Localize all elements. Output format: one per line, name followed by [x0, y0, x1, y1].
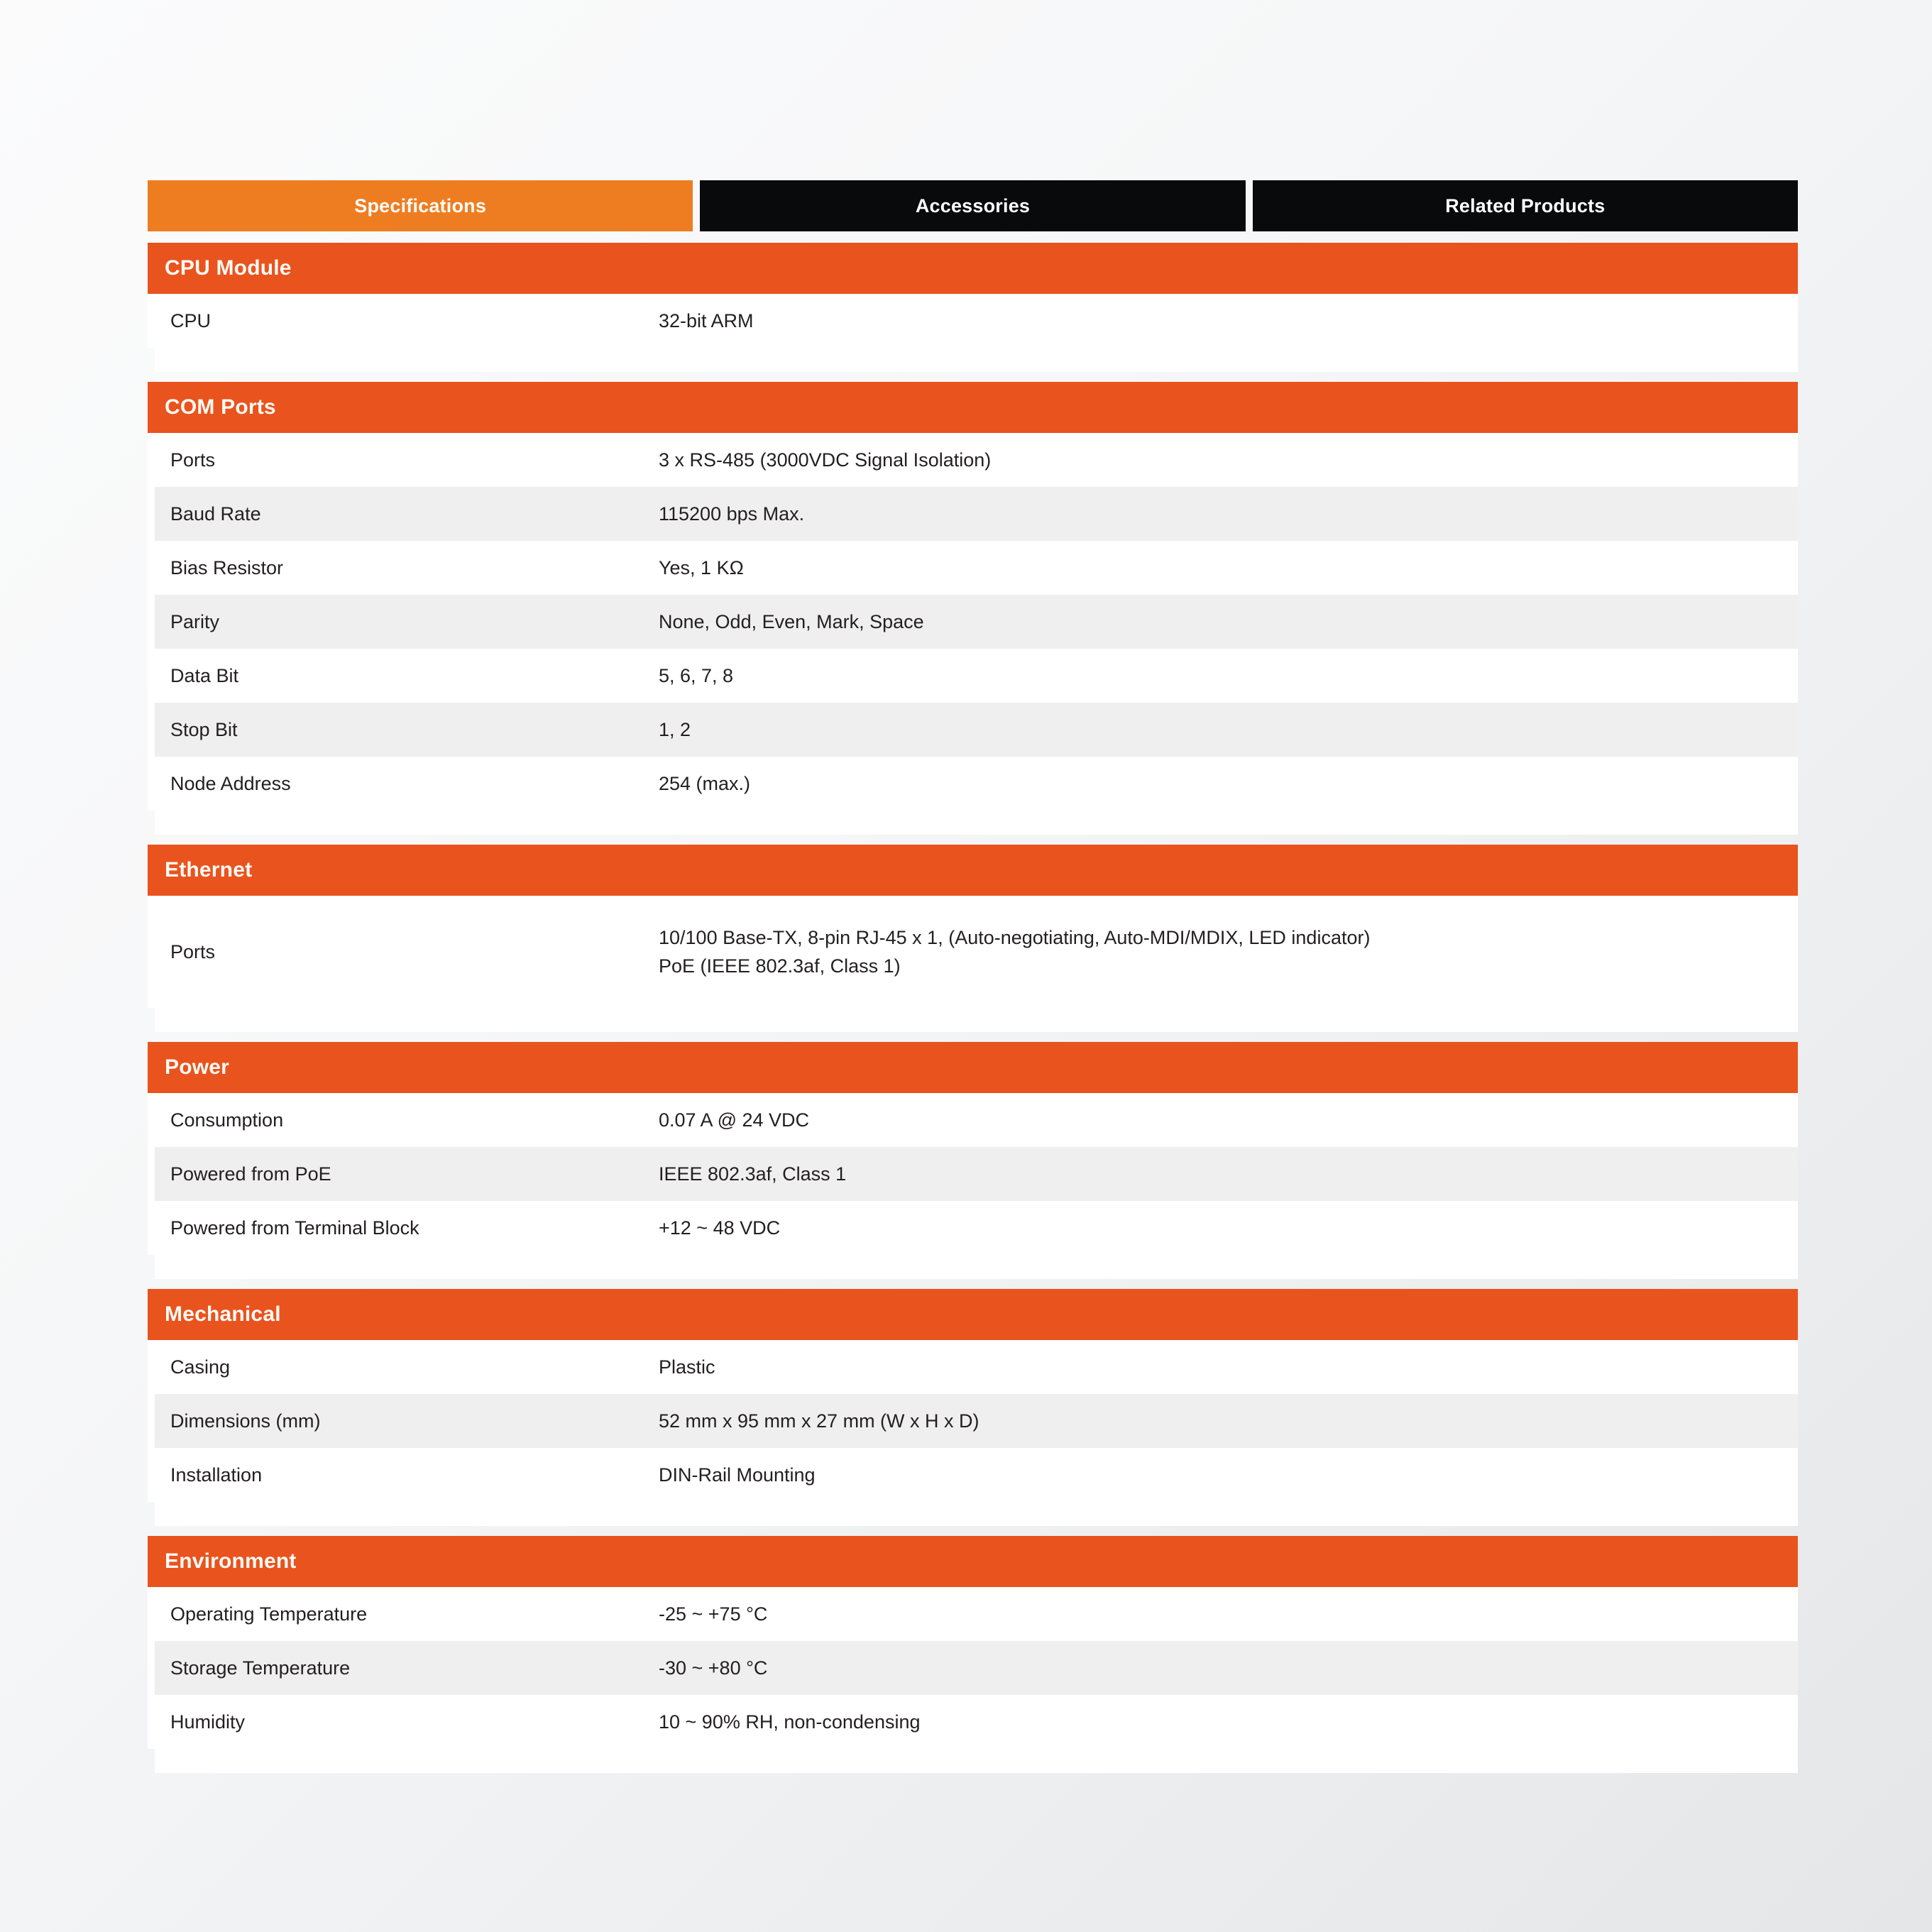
- spec-row: Parity None, Odd, Even, Mark, Space: [155, 595, 1798, 649]
- section-header-power: Power: [148, 1042, 1798, 1093]
- spec-section-power: Power Consumption 0.07 A @ 24 VDC Powered f…: [148, 1042, 1798, 1289]
- section-header-cpu-module: CPU Module: [148, 243, 1798, 294]
- product-spec-panel: Specifications Accessories Related Produ…: [148, 180, 1798, 1783]
- tab-specifications-label: Specifications: [354, 194, 487, 216]
- section-rows: Consumption 0.07 A @ 24 VDC Powered from P…: [148, 1093, 1798, 1255]
- section-tail-spacer: [155, 1502, 1798, 1526]
- specifications-table: CPU Module CPU 32-bit ARM COM Ports Ports 3 x…: [148, 243, 1798, 1783]
- spec-row: Node Address 254 (max.): [155, 757, 1798, 811]
- spec-row: Casing Plastic: [155, 1340, 1798, 1394]
- spec-value: 1, 2: [659, 718, 691, 740]
- spec-row: CPU 32-bit ARM: [155, 294, 1798, 348]
- section-header-environment: Environment: [148, 1536, 1798, 1587]
- spec-label: Ports: [170, 940, 216, 962]
- spec-row: Installation DIN-Rail Mounting: [155, 1448, 1798, 1502]
- spec-section-ethernet: Ethernet Ports 10/100 Base-TX, 8-pin RJ-45…: [148, 845, 1798, 1042]
- spec-label: Data Bit: [170, 664, 239, 686]
- spec-value: IEEE 802.3af, Class 1: [659, 1163, 847, 1185]
- spec-row: Operating Temperature -25 ~ +75 °C: [155, 1587, 1798, 1641]
- spec-label: Installation: [170, 1464, 263, 1486]
- spec-value: None, Odd, Even, Mark, Space: [659, 610, 924, 632]
- spec-row: Ports 10/100 Base-TX, 8-pin RJ-45 x 1, (A…: [155, 896, 1798, 1008]
- spec-value: 5, 6, 7, 8: [659, 664, 734, 686]
- section-tail-spacer: [155, 1255, 1798, 1279]
- spec-section-com-ports: COM Ports Ports 3 x RS-485 (3000VDC Signal…: [148, 382, 1798, 845]
- spec-row: Humidity 10 ~ 90% RH, non-condensing: [155, 1695, 1798, 1749]
- tab-accessories[interactable]: Accessories: [700, 180, 1246, 231]
- section-tail-spacer: [155, 811, 1798, 835]
- section-rows: CPU 32-bit ARM: [148, 294, 1798, 348]
- section-tail-spacer: [155, 1749, 1798, 1773]
- spec-label: Node Address: [170, 772, 291, 794]
- tab-accessories-label: Accessories: [915, 194, 1031, 216]
- spec-label: CPU: [170, 309, 212, 331]
- spec-value: 0.07 A @ 24 VDC: [659, 1109, 810, 1131]
- spec-value: -25 ~ +75 °C: [659, 1603, 768, 1625]
- spec-row: Ports 3 x RS-485 (3000VDC Signal Isolatio…: [155, 433, 1798, 487]
- spec-value: 52 mm x 95 mm x 27 mm (W x H x D): [659, 1410, 979, 1432]
- spec-row: Powered from Terminal Block +12 ~ 48 VDC: [155, 1201, 1798, 1255]
- spec-value: -30 ~ +80 °C: [659, 1657, 768, 1679]
- spec-row: Stop Bit 1, 2: [155, 703, 1798, 757]
- spec-row: Data Bit 5, 6, 7, 8: [155, 649, 1798, 703]
- spec-section-environment: Environment Operating Temperature -25 ~ +7…: [148, 1536, 1798, 1783]
- spec-section-cpu-module: CPU Module CPU 32-bit ARM: [148, 243, 1798, 382]
- section-tail-spacer: [155, 348, 1798, 372]
- spec-row: Consumption 0.07 A @ 24 VDC: [155, 1093, 1798, 1147]
- spec-label: Parity: [170, 610, 220, 632]
- spec-label: Casing: [170, 1356, 231, 1378]
- spec-value: 10 ~ 90% RH, non-condensing: [659, 1711, 921, 1733]
- tab-specifications[interactable]: Specifications: [148, 180, 693, 231]
- spec-label: Powered from PoE: [170, 1163, 331, 1185]
- spec-value: Yes, 1 KΩ: [659, 556, 744, 578]
- spec-label: Baud Rate: [170, 503, 261, 525]
- spec-row: Powered from PoE IEEE 802.3af, Class 1: [155, 1147, 1798, 1201]
- section-header-mechanical: Mechanical: [148, 1289, 1798, 1340]
- spec-value: 32-bit ARM: [659, 309, 754, 331]
- section-rows: Ports 3 x RS-485 (3000VDC Signal Isolatio…: [148, 433, 1798, 811]
- spec-section-mechanical: Mechanical Casing Plastic Dimensions (mm) 52…: [148, 1289, 1798, 1536]
- spec-value: 10/100 Base-TX, 8-pin RJ-45 x 1, (Auto-n…: [659, 926, 1371, 977]
- spec-label: Ports: [170, 449, 216, 471]
- spec-label: Consumption: [170, 1109, 284, 1131]
- spec-row: Dimensions (mm) 52 mm x 95 mm x 27 mm (W …: [155, 1394, 1798, 1448]
- tab-related-products-label: Related Products: [1445, 194, 1606, 216]
- spec-value: Plastic: [659, 1356, 715, 1378]
- spec-label: Operating Temperature: [170, 1603, 368, 1625]
- spec-value: 3 x RS-485 (3000VDC Signal Isolation): [659, 449, 992, 471]
- spec-label: Storage Temperature: [170, 1657, 351, 1679]
- spec-row: Storage Temperature -30 ~ +80 °C: [155, 1641, 1798, 1695]
- spec-label: Bias Resistor: [170, 556, 284, 578]
- section-header-com-ports: COM Ports: [148, 382, 1798, 433]
- spec-value: +12 ~ 48 VDC: [659, 1217, 781, 1239]
- section-rows: Casing Plastic Dimensions (mm) 52 mm x 95 m…: [148, 1340, 1798, 1502]
- section-rows: Operating Temperature -25 ~ +75 °C Storage…: [148, 1587, 1798, 1749]
- spec-label: Dimensions (mm): [170, 1410, 321, 1432]
- spec-row: Bias Resistor Yes, 1 KΩ: [155, 541, 1798, 595]
- tab-bar: Specifications Accessories Related Produ…: [148, 180, 1798, 231]
- spec-row: Baud Rate 115200 bps Max.: [155, 487, 1798, 541]
- spec-value: DIN-Rail Mounting: [659, 1464, 816, 1486]
- section-header-ethernet: Ethernet: [148, 845, 1798, 896]
- spec-label: Humidity: [170, 1711, 246, 1733]
- spec-label: Stop Bit: [170, 718, 238, 740]
- section-rows: Ports 10/100 Base-TX, 8-pin RJ-45 x 1, (A…: [148, 896, 1798, 1008]
- spec-value: 254 (max.): [659, 772, 751, 794]
- section-tail-spacer: [155, 1008, 1798, 1032]
- tab-related-products[interactable]: Related Products: [1252, 180, 1798, 231]
- spec-label: Powered from Terminal Block: [170, 1217, 419, 1239]
- spec-value: 115200 bps Max.: [659, 503, 805, 525]
